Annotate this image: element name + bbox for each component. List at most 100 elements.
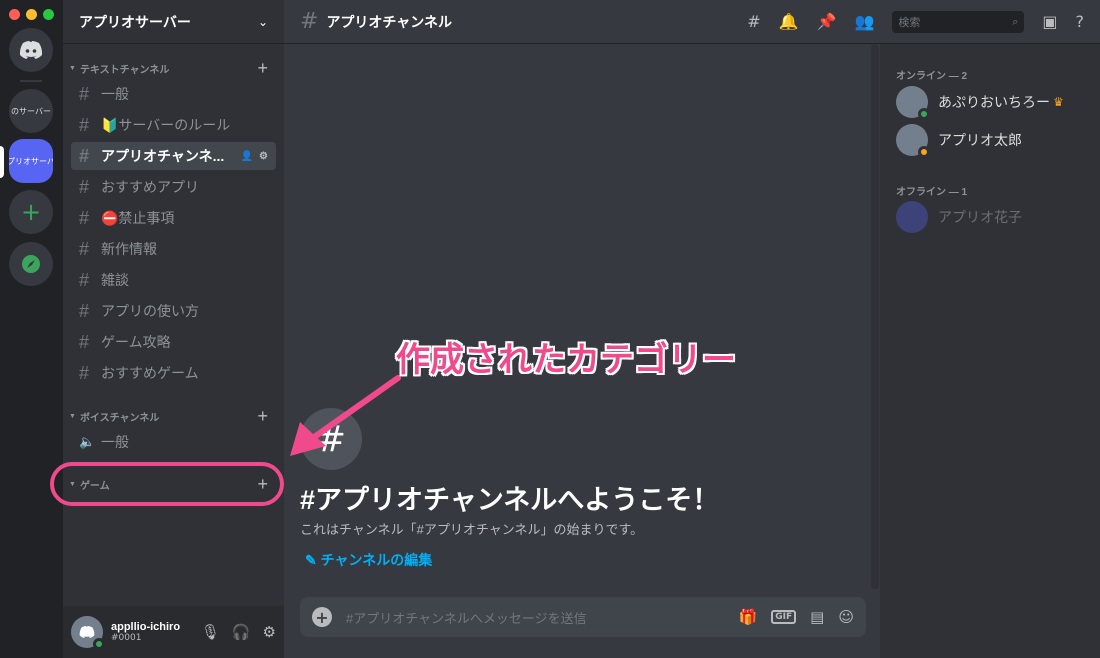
category-text-channels[interactable]: ▼ テキストチャンネル +	[63, 58, 284, 78]
category-game[interactable]: ▼ ゲーム +	[63, 474, 284, 494]
maximize-window-button[interactable]	[43, 9, 54, 20]
channel-sidebar: アプリオサーバー ⌄ ▼ テキストチャンネル + # 一般 # 🔰サーバーのルール …	[63, 0, 284, 658]
avatar	[896, 86, 930, 120]
hash-icon: #	[300, 408, 362, 470]
member-list-icon[interactable]: 👥	[854, 12, 874, 31]
avatar	[896, 201, 928, 233]
avatar	[896, 124, 930, 158]
idle-status-dot	[918, 146, 930, 158]
plus-icon: +	[20, 198, 42, 226]
member-item[interactable]: アプリオ花子	[896, 201, 1022, 233]
home-button[interactable]	[9, 28, 53, 72]
hash-icon: #	[79, 300, 90, 321]
server-icon-label: プリオサーバ	[9, 156, 53, 166]
channel-title: アプリオチャンネル	[326, 13, 453, 30]
voice-channel-item[interactable]: 🔈 一般	[71, 428, 276, 456]
server-header[interactable]: アプリオサーバー ⌄	[63, 0, 284, 44]
add-server-button[interactable]: +	[9, 190, 53, 234]
channel-label: 一般	[101, 86, 129, 102]
search-icon: ⌕	[1012, 14, 1019, 28]
channel-item[interactable]: # 雑談	[71, 266, 276, 294]
gift-icon[interactable]: 🎁	[739, 608, 758, 626]
channel-item[interactable]: # 一般	[71, 80, 276, 108]
hash-icon: #	[79, 331, 90, 352]
username: appllio-ichiro	[111, 621, 181, 633]
window-controls	[9, 9, 54, 20]
invite-icon[interactable]: 👤	[241, 151, 253, 162]
gear-icon[interactable]: ⚙	[263, 623, 276, 641]
rail-separator	[20, 80, 42, 82]
channel-label: おすすめゲーム	[101, 365, 199, 381]
category-voice-channels[interactable]: ▼ ボイスチャンネル +	[63, 406, 284, 426]
edit-channel-link[interactable]: ✎ チャンネルの編集	[305, 550, 432, 570]
search-placeholder: 検索	[898, 15, 921, 29]
member-name: あぷりおいちろー	[938, 94, 1050, 110]
sticker-icon[interactable]: ▤	[810, 608, 824, 626]
server-icon-label: のサーバー	[11, 106, 51, 116]
channel-label: アプリオチャンネ...	[101, 148, 225, 164]
channel-item[interactable]: # おすすめアプリ	[71, 173, 276, 201]
hash-icon: #	[300, 9, 319, 34]
upload-button[interactable]: +	[312, 607, 332, 627]
discord-logo-icon	[19, 41, 43, 59]
channel-item[interactable]: # 🔰サーバーのルール	[71, 111, 276, 139]
inbox-icon[interactable]: ▣	[1042, 12, 1057, 31]
speaker-icon: 🔈	[79, 434, 96, 449]
online-status-dot	[93, 638, 105, 650]
category-label: ゲーム	[79, 480, 110, 492]
channel-label: ゲーム攻略	[101, 334, 171, 350]
user-tag: #0001	[111, 633, 142, 643]
microphone-icon[interactable]: 🎙	[201, 623, 220, 641]
channel-item[interactable]: # 新作情報	[71, 235, 276, 263]
hash-icon: #	[79, 114, 90, 135]
welcome-subtitle: これはチャンネル「#アプリオチャンネル」の始まりです。	[300, 522, 644, 537]
message-placeholder: #アプリオチャンネルへメッセージを送信	[346, 610, 587, 626]
channel-label: 🔰サーバーのルール	[101, 117, 231, 133]
channel-label: アプリの使い方	[101, 303, 199, 319]
channel-label: 一般	[101, 434, 129, 450]
server-icon-active[interactable]: プリオサーバ	[9, 139, 53, 183]
threads-icon[interactable]: #	[747, 12, 760, 31]
member-item[interactable]: アプリオ太郎	[896, 124, 1022, 158]
search-input[interactable]: 検索 ⌕	[892, 10, 1025, 33]
channel-item[interactable]: # ゲーム攻略	[71, 328, 276, 356]
message-input[interactable]: + #アプリオチャンネルへメッセージを送信 🎁 GIF ▤ ☺	[300, 597, 866, 637]
discord-logo-icon	[79, 626, 95, 638]
server-name: アプリオサーバー	[79, 13, 191, 30]
channel-label: 雑談	[101, 272, 129, 288]
create-channel-button[interactable]: +	[257, 58, 268, 79]
channel-item[interactable]: # おすすめゲーム	[71, 359, 276, 387]
member-name: アプリオ太郎	[938, 132, 1022, 148]
create-channel-button[interactable]: +	[257, 474, 268, 495]
pin-icon[interactable]: 📌	[817, 12, 837, 31]
hash-icon: #	[79, 269, 90, 290]
chevron-down-icon: ⌄	[257, 14, 268, 29]
emoji-icon[interactable]: ☺	[838, 608, 854, 626]
avatar[interactable]	[71, 616, 105, 650]
gif-button[interactable]: GIF	[771, 610, 797, 624]
member-name: アプリオ花子	[938, 209, 1022, 225]
help-icon[interactable]: ?	[1076, 12, 1085, 31]
hash-icon: #	[79, 362, 90, 383]
close-window-button[interactable]	[9, 9, 20, 20]
pencil-icon: ✎	[305, 552, 321, 568]
bell-icon[interactable]: 🔔	[779, 12, 799, 31]
channel-item-active[interactable]: # アプリオチャンネ... 👤 ⚙	[71, 142, 276, 170]
headphones-icon[interactable]: 🎧	[232, 623, 251, 641]
crown-icon: ♛	[1053, 95, 1064, 109]
user-info[interactable]: appllio-ichiro #0001	[111, 621, 201, 643]
create-channel-button[interactable]: +	[257, 406, 268, 427]
channel-item[interactable]: # ⛔禁止事項	[71, 204, 276, 232]
compass-icon	[22, 255, 40, 273]
channel-item[interactable]: # アプリの使い方	[71, 297, 276, 325]
explore-servers-button[interactable]	[9, 242, 53, 286]
member-item[interactable]: あぷりおいちろー ♛	[896, 86, 1064, 120]
minimize-window-button[interactable]	[26, 9, 37, 20]
channel-header: # アプリオチャンネル # 🔔 📌 👥 検索 ⌕ ▣ ?	[284, 0, 1100, 44]
annotation-label: 作成されたカテゴリー	[396, 341, 736, 379]
chevron-down-icon: ▼	[69, 412, 76, 420]
server-icon[interactable]: のサーバー	[9, 89, 53, 133]
chevron-down-icon: ▼	[69, 64, 76, 72]
gear-icon[interactable]: ⚙	[259, 151, 268, 162]
scrollbar[interactable]	[871, 44, 879, 589]
